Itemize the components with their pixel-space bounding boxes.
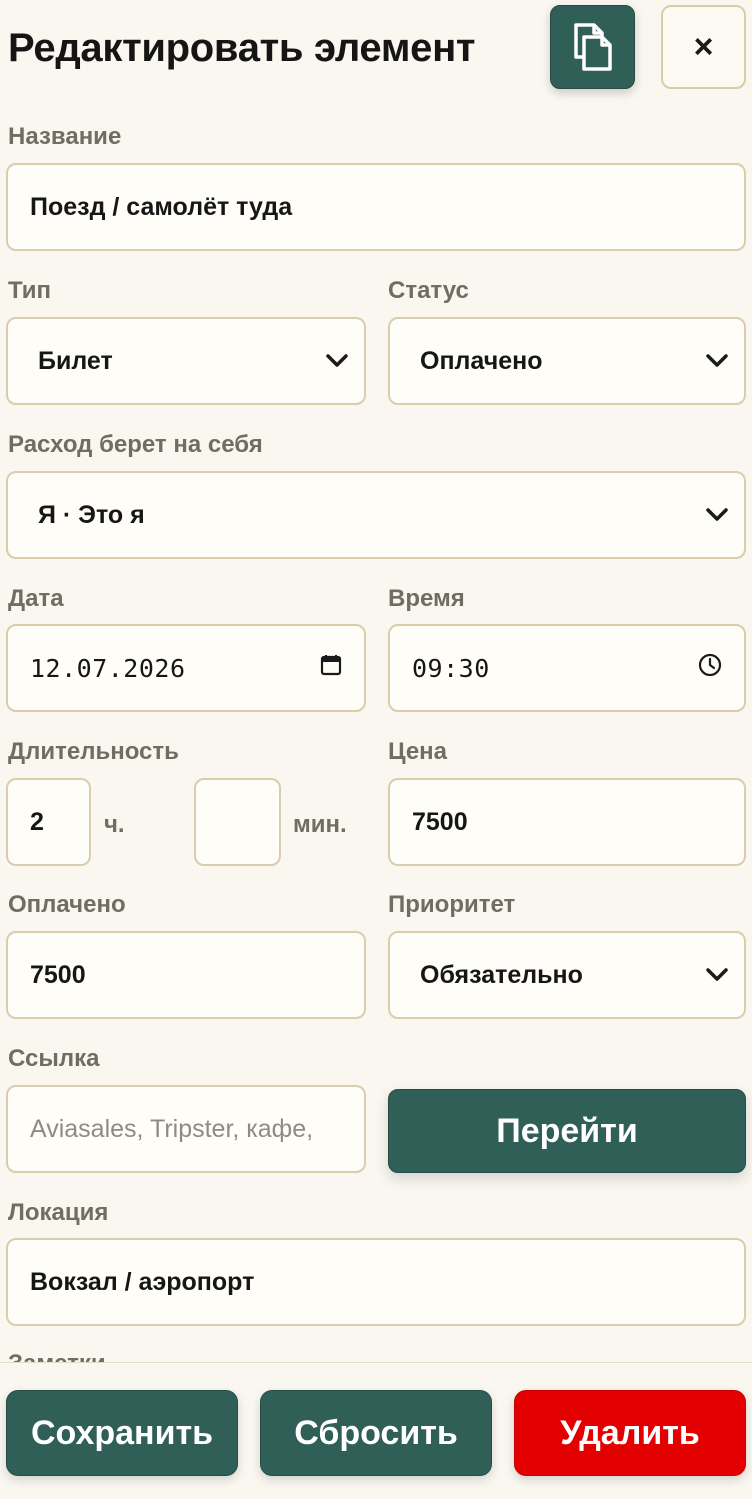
link-placeholder: Aviasales, Tripster, кафе, bbox=[30, 1114, 314, 1143]
priority-value: Обязательно bbox=[420, 960, 583, 989]
name-label: Название bbox=[8, 123, 122, 150]
chevron-down-icon bbox=[324, 348, 350, 374]
name-value: Поезд / самолёт туда bbox=[30, 192, 293, 221]
location-label: Локация bbox=[8, 1199, 109, 1226]
go-button[interactable]: Перейти bbox=[388, 1089, 746, 1173]
date-label: Дата bbox=[8, 585, 64, 612]
payer-select[interactable]: Я · Это я bbox=[6, 471, 746, 559]
date-input[interactable]: 12.07.2026 bbox=[6, 624, 366, 712]
hours-unit: ч. bbox=[104, 811, 125, 838]
paid-value: 7500 bbox=[30, 960, 86, 989]
price-value: 7500 bbox=[412, 807, 468, 836]
modal-header: Редактировать элемент × bbox=[0, 0, 752, 100]
page-title: Редактировать элемент bbox=[8, 26, 476, 70]
type-label: Тип bbox=[8, 277, 51, 304]
priority-label: Приоритет bbox=[388, 891, 516, 918]
copy-icon bbox=[573, 23, 612, 71]
minutes-unit: мин. bbox=[293, 811, 347, 838]
time-input[interactable]: 09:30 bbox=[388, 624, 746, 712]
price-input[interactable]: 7500 bbox=[388, 778, 746, 866]
duration-hours-value: 2 bbox=[30, 807, 44, 836]
payer-label: Расход берет на себя bbox=[8, 431, 263, 458]
chevron-down-icon bbox=[704, 962, 730, 988]
clock-icon[interactable] bbox=[698, 653, 722, 684]
name-input[interactable]: Поезд / самолёт туда bbox=[6, 163, 746, 251]
paid-label: Оплачено bbox=[8, 891, 126, 918]
footer-actions: Сохранить Сбросить Удалить bbox=[0, 1362, 752, 1499]
link-input[interactable]: Aviasales, Tripster, кафе, bbox=[6, 1085, 366, 1173]
type-select[interactable]: Билет bbox=[6, 317, 366, 405]
copy-button[interactable] bbox=[550, 5, 635, 89]
delete-button[interactable]: Удалить bbox=[514, 1390, 746, 1476]
location-value: Вокзал / аэропорт bbox=[30, 1267, 255, 1296]
status-select[interactable]: Оплачено bbox=[388, 317, 746, 405]
calendar-icon[interactable] bbox=[320, 654, 342, 683]
date-value: 12.07.2026 bbox=[30, 653, 186, 683]
time-value: 09:30 bbox=[412, 653, 490, 683]
chevron-down-icon bbox=[704, 348, 730, 374]
status-label: Статус bbox=[388, 277, 469, 304]
location-input[interactable]: Вокзал / аэропорт bbox=[6, 1238, 746, 1326]
payer-value: Я · Это я bbox=[38, 500, 145, 529]
close-icon: × bbox=[693, 27, 714, 66]
chevron-down-icon bbox=[704, 502, 730, 528]
paid-input[interactable]: 7500 bbox=[6, 931, 366, 1019]
save-button[interactable]: Сохранить bbox=[6, 1390, 238, 1476]
duration-label: Длительность bbox=[8, 738, 179, 765]
time-label: Время bbox=[388, 585, 465, 612]
status-value: Оплачено bbox=[420, 346, 543, 375]
duration-hours-input[interactable]: 2 bbox=[6, 778, 91, 866]
priority-select[interactable]: Обязательно bbox=[388, 931, 746, 1019]
price-label: Цена bbox=[388, 738, 448, 765]
link-label: Ссылка bbox=[8, 1045, 100, 1072]
reset-button[interactable]: Сбросить bbox=[260, 1390, 492, 1476]
type-value: Билет bbox=[38, 346, 113, 375]
close-button[interactable]: × bbox=[661, 5, 746, 89]
duration-minutes-input[interactable] bbox=[194, 778, 281, 866]
notes-label: Заметки bbox=[8, 1352, 106, 1362]
